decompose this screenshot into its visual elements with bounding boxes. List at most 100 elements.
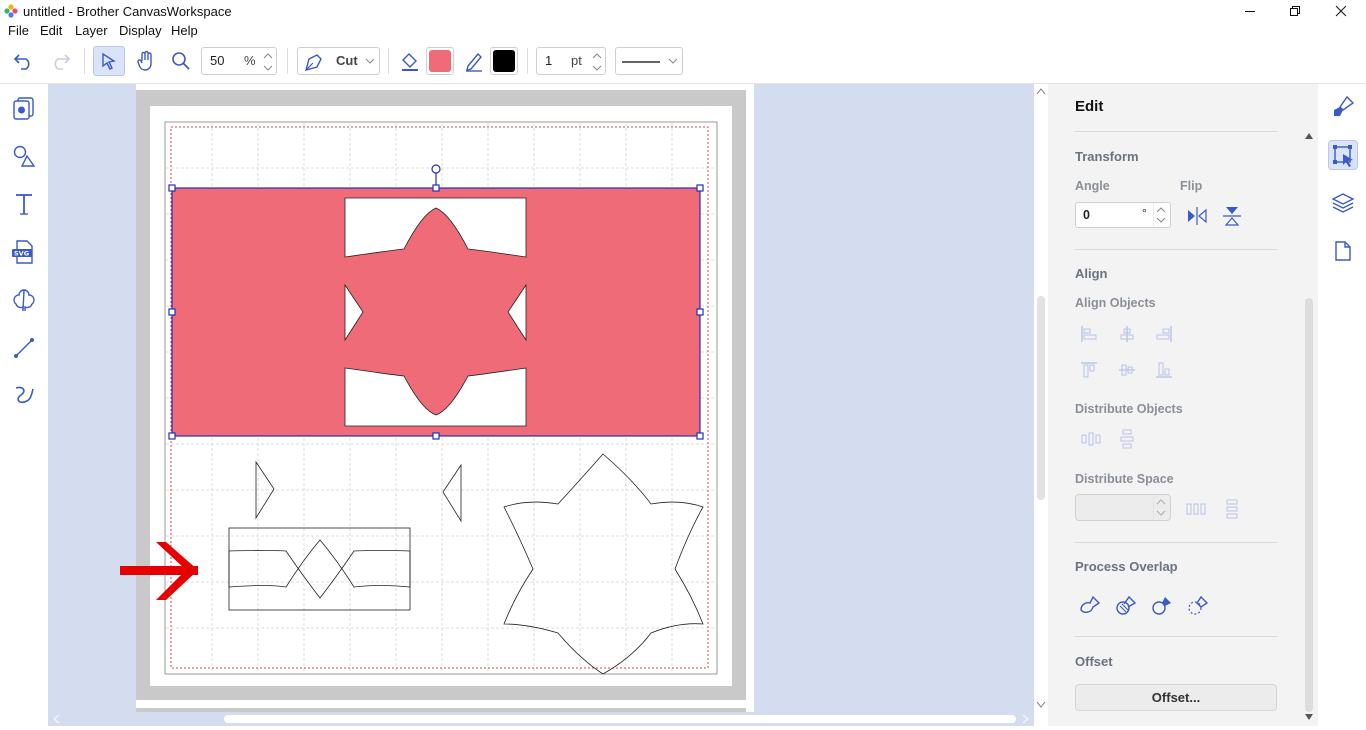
shapes-button[interactable]	[10, 142, 38, 170]
close-icon	[1335, 5, 1347, 17]
mode-select[interactable]: Cut	[297, 47, 380, 75]
stroke-tool-button[interactable]	[461, 47, 487, 75]
flip-vertical-button[interactable]	[1219, 203, 1245, 229]
angle-label: Angle	[1075, 179, 1110, 193]
status-strip	[0, 726, 1366, 730]
align-center-button[interactable]	[1114, 321, 1140, 347]
space-vertical-button[interactable]	[1219, 496, 1245, 522]
zoom-tool-button[interactable]	[167, 46, 195, 76]
svg-import-button[interactable]: SVG	[10, 238, 38, 266]
align-bottom-button[interactable]	[1151, 357, 1177, 383]
spin-arrows-icon[interactable]	[591, 50, 603, 74]
shapes-icon	[13, 145, 36, 167]
align-bottom-icon	[1156, 362, 1172, 378]
rotate-handle[interactable]	[431, 164, 441, 174]
intersect-button[interactable]	[1113, 592, 1139, 618]
line-tool-button[interactable]	[10, 334, 38, 362]
menu-edit[interactable]: Edit	[40, 23, 62, 38]
exclude-icon	[1152, 597, 1171, 615]
templates-icon	[13, 97, 34, 120]
weld-button[interactable]	[1077, 592, 1103, 618]
weld-icon	[1080, 595, 1101, 613]
templates-button[interactable]	[10, 94, 38, 122]
restore-button[interactable]	[1272, 0, 1318, 22]
paintbrush-icon	[1334, 95, 1355, 116]
minimize-button[interactable]	[1227, 0, 1273, 22]
distribute-space-input[interactable]	[1075, 494, 1171, 521]
chevron-down-icon	[365, 58, 375, 64]
hand-icon	[137, 50, 152, 71]
align-middle-button[interactable]	[1114, 357, 1140, 383]
page-icon	[1335, 241, 1351, 261]
text-icon	[16, 194, 32, 215]
panel-title: Edit	[1075, 98, 1104, 115]
align-center-icon	[1120, 326, 1134, 342]
align-right-button[interactable]	[1151, 321, 1177, 347]
spin-arrows-icon[interactable]	[1153, 495, 1169, 520]
align-middle-icon	[1119, 364, 1135, 376]
align-top-button[interactable]	[1076, 357, 1102, 383]
flip-horizontal-icon	[1188, 207, 1207, 225]
distribute-space-label: Distribute Space	[1075, 472, 1174, 486]
menu-layer[interactable]: Layer	[75, 23, 108, 38]
solid-line-icon	[622, 61, 660, 63]
canvas-drawing[interactable]	[48, 84, 1034, 712]
stroke-color-swatch[interactable]	[490, 47, 518, 75]
distribute-vertical-button[interactable]	[1114, 426, 1140, 452]
line-width-input[interactable]: 1 pt	[536, 47, 606, 75]
undo-button[interactable]	[10, 48, 38, 74]
layers-icon	[1331, 193, 1355, 213]
offset-button[interactable]: Offset...	[1075, 684, 1277, 711]
select-tool-button[interactable]	[93, 46, 125, 76]
angle-input[interactable]: 0 °	[1075, 202, 1171, 228]
space-horizontal-button[interactable]	[1183, 496, 1209, 522]
subtract-icon	[1188, 595, 1209, 615]
fill-style-tab[interactable]	[1328, 92, 1358, 122]
pan-tool-button[interactable]	[131, 46, 161, 76]
svg-text:SVG: SVG	[14, 250, 29, 258]
page-tab[interactable]	[1328, 236, 1358, 266]
pen-icon	[466, 52, 482, 72]
layers-tab[interactable]	[1328, 188, 1358, 218]
menu-display[interactable]: Display	[119, 23, 162, 38]
patterns-button[interactable]	[10, 286, 38, 314]
align-left-button[interactable]	[1076, 321, 1102, 347]
freehand-tool-button[interactable]	[10, 382, 38, 410]
line-style-select[interactable]	[615, 47, 683, 75]
mode-label: Cut	[336, 53, 358, 68]
freehand-icon	[15, 386, 34, 404]
space-horizontal-icon	[1186, 503, 1206, 515]
title-bar: untitled - Brother CanvasWorkspace	[0, 0, 1366, 22]
canvas-vertical-scrollbar[interactable]	[1034, 84, 1048, 712]
scrollbar-track	[53, 714, 1029, 724]
menu-file[interactable]: File	[8, 23, 29, 38]
svg-file-icon: SVG	[12, 240, 33, 264]
spin-arrows-icon[interactable]	[1153, 203, 1169, 227]
fill-color-swatch[interactable]	[426, 47, 454, 75]
restore-icon	[1290, 6, 1300, 16]
fill-tool-button[interactable]	[397, 47, 423, 75]
selected-shape[interactable]	[171, 187, 701, 437]
chevron-down-icon	[668, 58, 678, 64]
canvas-horizontal-scrollbar[interactable]	[48, 712, 1034, 726]
menu-help[interactable]: Help	[171, 23, 198, 38]
flip-horizontal-button[interactable]	[1184, 203, 1210, 229]
redo-button[interactable]	[46, 48, 74, 74]
line-width-value: 1	[545, 53, 553, 68]
line-width-unit: pt	[571, 53, 582, 68]
panel-scrollbar[interactable]	[1300, 130, 1318, 726]
paint-bucket-icon	[402, 53, 418, 71]
subtract-button[interactable]	[1185, 592, 1211, 618]
spin-arrows-icon[interactable]	[262, 50, 274, 74]
line-icon	[14, 338, 34, 358]
cursor-icon	[102, 52, 116, 70]
exclude-button[interactable]	[1149, 592, 1175, 618]
scrollbar-track	[1305, 133, 1313, 720]
zoom-input[interactable]: 50 %	[201, 47, 277, 75]
distribute-horizontal-button[interactable]	[1078, 426, 1104, 452]
angle-value: 0	[1083, 208, 1090, 222]
edit-tab[interactable]	[1328, 140, 1358, 170]
close-button[interactable]	[1318, 0, 1364, 22]
text-button[interactable]	[10, 190, 38, 218]
canvas-area[interactable]	[48, 84, 1034, 712]
